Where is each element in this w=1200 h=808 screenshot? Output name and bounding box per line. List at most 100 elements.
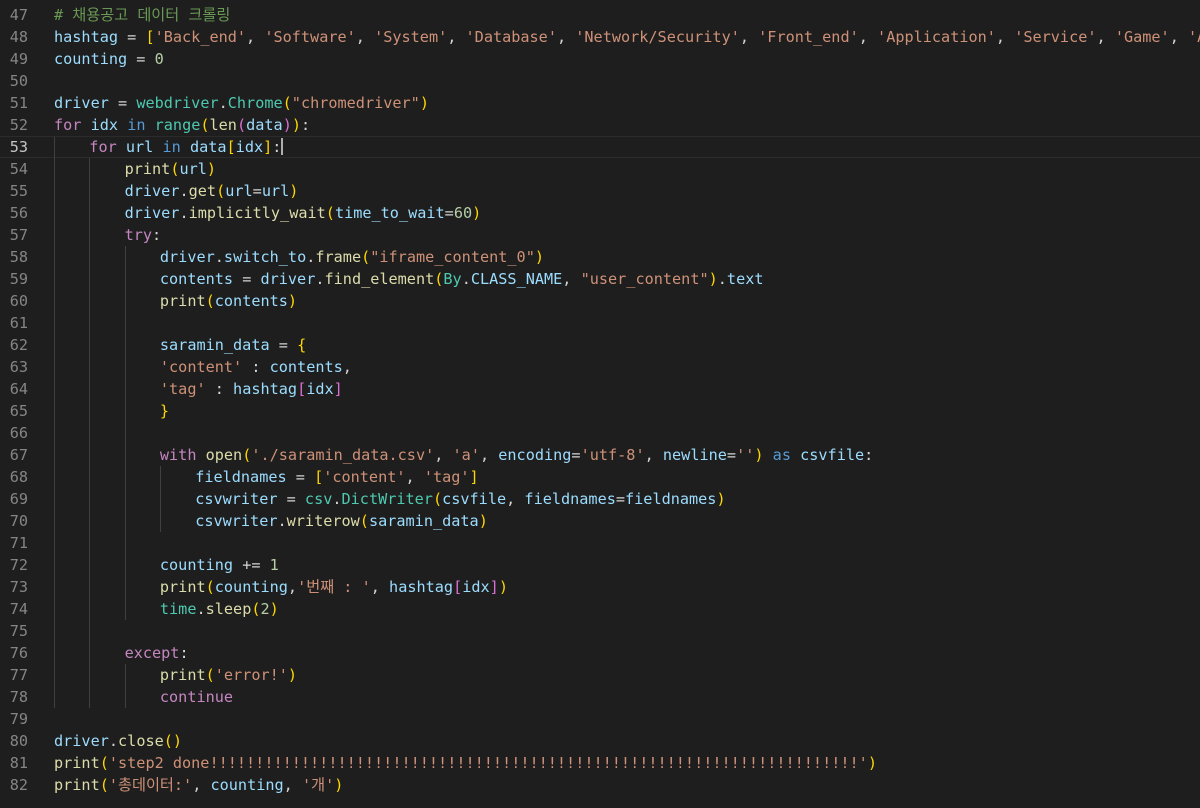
indent-guide [54, 686, 55, 708]
line-number: 81 [9, 754, 28, 772]
indent-guide [54, 158, 55, 180]
line-number: 67 [9, 446, 28, 464]
code-line[interactable]: 74 time.sleep(2) [0, 598, 1200, 620]
line-number: 75 [9, 622, 28, 640]
code-token: fieldnames [625, 490, 717, 508]
code-line[interactable]: 68 fieldnames = ['content', 'tag'] [0, 466, 1200, 488]
code-token: , [405, 468, 424, 486]
code-line[interactable]: 64 'tag' : hashtag[idx] [0, 378, 1200, 400]
code-token: with [159, 446, 197, 464]
code-line[interactable]: 71 [0, 532, 1200, 554]
code-token: for [54, 116, 82, 134]
code-token: , [1096, 28, 1115, 46]
code-token: as [772, 446, 791, 464]
indent-guide [89, 378, 91, 400]
code-line[interactable]: 62 saramin_data = { [0, 334, 1200, 356]
line-number: 82 [9, 776, 28, 794]
code-token: Chrome [227, 94, 283, 112]
indent-guide [54, 664, 55, 686]
code-token: ] [469, 468, 479, 486]
code-token: ( [205, 578, 215, 596]
code-token: 'Back_end' [154, 28, 247, 46]
code-token: = [108, 94, 137, 112]
code-line[interactable]: 55 driver.get(url=url) [0, 180, 1200, 202]
code-line[interactable]: 75 [0, 620, 1200, 642]
code-line[interactable]: 50 [0, 70, 1200, 92]
line-number: 69 [9, 490, 28, 508]
code-line[interactable]: 66 [0, 422, 1200, 444]
code-line[interactable]: 48 hashtag = ['Back_end', 'Software', 'Sy… [0, 26, 1200, 48]
indent-guide [54, 576, 55, 598]
indent-guide [54, 180, 55, 202]
code-token: time [159, 600, 197, 618]
code-line[interactable]: 58 driver.switch_to.frame("iframe_content… [0, 246, 1200, 268]
code-line[interactable]: 56 driver.implicitly_wait(time_to_wait=60… [0, 202, 1200, 224]
code-token: url [179, 160, 207, 178]
indent-guide [89, 532, 91, 554]
code-token: ) [291, 116, 301, 134]
code-line[interactable]: 53 for url in data[idx]: [0, 136, 1200, 159]
code-line[interactable]: 82 print('총데이터:', counting, '개') [0, 774, 1200, 796]
code-line[interactable]: 67 with open('./saramin_data.csv', 'a', e… [0, 444, 1200, 466]
code-line[interactable]: 61 [0, 312, 1200, 334]
code-token: = [615, 490, 626, 508]
indent-guide [124, 532, 126, 554]
code-line[interactable]: 76 except: [0, 642, 1200, 664]
code-line[interactable]: 65} [0, 400, 1200, 422]
code-token: = [571, 446, 581, 464]
code-line[interactable]: 73 print(counting,'번째 : ', hashtag[idx]) [0, 576, 1200, 598]
code-line[interactable]: 49 counting = 0 [0, 48, 1200, 70]
code-line[interactable]: 63 'content' : contents, [0, 356, 1200, 378]
code-text: continue [160, 686, 233, 708]
code-text: print(url) [125, 158, 216, 180]
code-token: ) [867, 754, 877, 772]
code-text: csvwriter = csv.DictWriter(csvfile, fiel… [195, 488, 725, 510]
code-token: : [205, 380, 234, 398]
indent-guide [159, 510, 161, 532]
line-number: 77 [9, 666, 28, 684]
code-token: [ [145, 28, 155, 46]
code-line[interactable]: 81 print('step2 done!!!!!!!!!!!!!!!!!!!!!… [0, 752, 1200, 774]
code-line[interactable]: 69 csvwriter = csv.DictWriter(csvfile, fi… [0, 488, 1200, 510]
code-line[interactable]: 52 for idx in range(len(data)): [0, 114, 1200, 136]
code-token: idx [235, 138, 264, 156]
indent-guide [124, 422, 126, 444]
code-text: saramin_data = { [160, 334, 306, 356]
code-token: continue [159, 688, 234, 706]
code-line[interactable]: 54 print(url) [0, 158, 1200, 180]
indent-guide [54, 246, 55, 268]
code-line[interactable]: 72 counting += 1 [0, 554, 1200, 576]
code-token: = [269, 336, 298, 354]
code-line[interactable]: 57 try: [0, 224, 1200, 246]
code-token: { [297, 336, 307, 354]
code-editor[interactable]: 47 # 채용공고 데이터 크롤링 48 hashtag = ['Back_end',… [0, 0, 1200, 808]
indent-guide [89, 576, 91, 598]
code-token: 0 [154, 50, 164, 68]
indent-guide [124, 554, 126, 576]
code-line[interactable]: 70 csvwriter.writerow(saramin_data) [0, 510, 1200, 532]
indent-guide [124, 246, 126, 268]
code-token: '번째 : ' [297, 578, 371, 596]
code-token: 'content' [159, 358, 243, 376]
indent-guide [54, 488, 55, 510]
code-token: , [287, 578, 298, 596]
code-line[interactable]: 77 print('error!') [0, 664, 1200, 686]
code-text: 'tag' : hashtag[idx] [160, 378, 343, 400]
indent-guide [89, 202, 91, 224]
code-line[interactable]: 47 # 채용공고 데이터 크롤링 [0, 4, 1200, 26]
line-number: 58 [9, 248, 28, 266]
code-line[interactable]: 60 print(contents) [0, 290, 1200, 312]
code-token: print [159, 666, 206, 684]
code-line[interactable]: 59 contents = driver.find_element(By.CLAS… [0, 268, 1200, 290]
code-token: = [118, 28, 146, 46]
code-token: driver [124, 204, 180, 222]
code-line[interactable]: 79 [0, 708, 1200, 730]
code-token: print [159, 292, 206, 310]
code-line[interactable]: 51 driver = webdriver.Chrome("chromedrive… [0, 92, 1200, 114]
code-token: "iframe_content_0" [370, 248, 535, 266]
code-line[interactable]: 80 driver.close() [0, 730, 1200, 752]
code-token: ] [333, 380, 343, 398]
line-number: 64 [9, 380, 28, 398]
code-line[interactable]: 78 continue [0, 686, 1200, 708]
code-token: switch_to [223, 248, 307, 266]
